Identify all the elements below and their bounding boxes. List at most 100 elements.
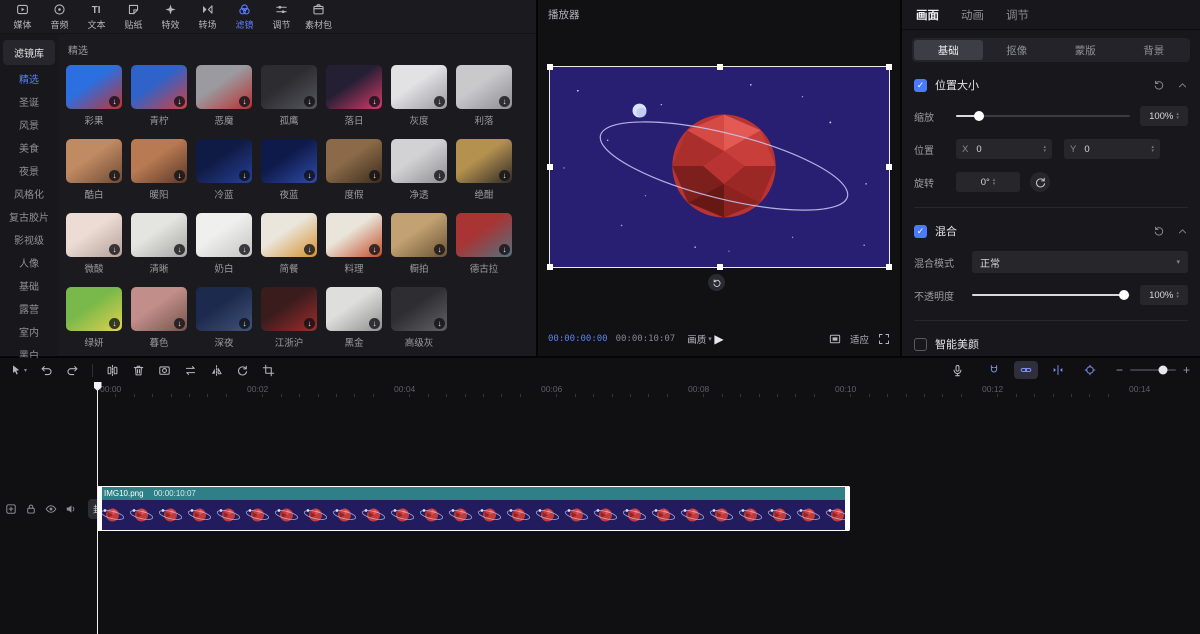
filter-category-item[interactable]: 风景 <box>0 115 58 138</box>
filter-item[interactable]: ↓夜蓝 <box>261 139 317 201</box>
filter-item[interactable]: ↓利落 <box>456 65 512 127</box>
hide-track-icon[interactable] <box>45 503 57 515</box>
filter-item[interactable]: ↓橱拍 <box>391 213 447 275</box>
filter-item[interactable]: ↓净透 <box>391 139 447 201</box>
toolbar-item-text[interactable]: TI文本 <box>78 3 115 31</box>
filter-item[interactable]: ↓落日 <box>326 65 382 127</box>
collapse-icon[interactable] <box>1177 80 1188 91</box>
filter-item[interactable]: ↓灰度 <box>391 65 447 127</box>
toolbar-item-transition[interactable]: 转场 <box>189 3 226 31</box>
filter-item[interactable]: ↓德古拉 <box>456 213 512 275</box>
rotate-90-button[interactable] <box>1030 172 1050 192</box>
toolbar-item-effects[interactable]: 特效 <box>152 3 189 31</box>
rotate-selection-handle[interactable] <box>708 274 725 291</box>
split-button[interactable] <box>106 364 119 377</box>
filter-library-root[interactable]: 滤镜库 <box>3 40 55 65</box>
filter-category-item[interactable]: 复古胶片 <box>0 207 58 230</box>
inspector-tab-调节[interactable]: 调节 <box>1006 7 1029 23</box>
opacity-value-input[interactable]: 100%▴▾ <box>1140 285 1188 305</box>
filter-item[interactable]: ↓度假 <box>326 139 382 201</box>
reset-icon[interactable] <box>1153 79 1165 91</box>
selection-handle[interactable] <box>886 264 892 270</box>
video-preview[interactable] <box>549 66 890 268</box>
toolbar-item-sticker[interactable]: 贴纸 <box>115 3 152 31</box>
blend-checkbox[interactable]: ✓ <box>914 225 927 238</box>
rotate-value-input[interactable]: 0°▴▾ <box>956 172 1020 192</box>
filter-item[interactable]: ↓冷蓝 <box>196 139 252 201</box>
zoom-slider[interactable] <box>1130 369 1176 371</box>
filter-item[interactable]: ↓简餐 <box>261 213 317 275</box>
filter-category-item[interactable]: 影视级 <box>0 230 58 253</box>
filter-item[interactable]: ↓清晰 <box>131 213 187 275</box>
mirror-button[interactable] <box>210 364 223 377</box>
filter-item[interactable]: ↓暮色 <box>131 287 187 349</box>
selection-handle[interactable] <box>547 264 553 270</box>
filter-category-item[interactable]: 基础 <box>0 276 58 299</box>
mute-track-icon[interactable] <box>65 503 77 515</box>
selection-handle[interactable] <box>547 164 553 170</box>
inspector-subtab-基础[interactable]: 基础 <box>914 40 983 60</box>
filter-category-item[interactable]: 露营 <box>0 299 58 322</box>
toolbar-item-audio[interactable]: 音频 <box>41 3 78 31</box>
filter-category-item[interactable]: 人像 <box>0 253 58 276</box>
selection-handle[interactable] <box>547 64 553 70</box>
filter-item[interactable]: ↓黑金 <box>326 287 382 349</box>
blend-mode-dropdown[interactable]: 正常 ▾ <box>972 251 1188 273</box>
filter-item[interactable]: ↓奶白 <box>196 213 252 275</box>
selection-handle[interactable] <box>717 264 723 270</box>
fit-button[interactable]: 适应 <box>850 332 869 346</box>
redo-button[interactable] <box>66 364 79 377</box>
scale-value-input[interactable]: 100%▴▾ <box>1140 106 1188 126</box>
inspector-subtab-抠像[interactable]: 抠像 <box>983 40 1052 60</box>
filter-category-item[interactable]: 夜景 <box>0 161 58 184</box>
crop-button[interactable] <box>262 364 275 377</box>
playhead[interactable] <box>97 382 98 634</box>
filter-item[interactable]: ↓绝酣 <box>456 139 512 201</box>
filter-item[interactable]: ↓深夜 <box>196 287 252 349</box>
filter-item[interactable]: ↓微酸 <box>66 213 122 275</box>
record-voiceover-button[interactable] <box>951 364 964 377</box>
position-x-input[interactable]: X 0 ▴▾ <box>956 139 1052 159</box>
filter-item[interactable]: ↓江浙沪 <box>261 287 317 349</box>
inspector-tab-动画[interactable]: 动画 <box>961 7 984 23</box>
inspector-subtab-蒙版[interactable]: 蒙版 <box>1051 40 1120 60</box>
inspector-subtab-背景[interactable]: 背景 <box>1120 40 1189 60</box>
filter-item[interactable]: ↓料理 <box>326 213 382 275</box>
zoom-out-button[interactable]: − <box>1116 363 1123 377</box>
rotate-button[interactable] <box>236 364 249 377</box>
filter-item[interactable]: ↓高级灰 <box>391 287 447 349</box>
play-button[interactable]: ▶ <box>714 332 723 346</box>
undo-button[interactable] <box>40 364 53 377</box>
beauty-checkbox[interactable] <box>914 338 927 351</box>
scale-mode-icon[interactable] <box>829 333 841 345</box>
selection-handle[interactable] <box>886 64 892 70</box>
filter-item[interactable]: ↓彩果 <box>66 65 122 127</box>
filter-item[interactable]: ↓孤鹰 <box>261 65 317 127</box>
reset-icon[interactable] <box>1153 225 1165 237</box>
quality-dropdown[interactable]: 画质 ▾ <box>687 332 712 346</box>
zoom-in-button[interactable]: + <box>1183 363 1190 377</box>
locate-playhead-button[interactable] <box>1078 361 1102 379</box>
clip-trim-handle-right[interactable] <box>845 486 850 531</box>
filter-item[interactable]: ↓暖阳 <box>131 139 187 201</box>
freeze-frame-button[interactable] <box>158 364 171 377</box>
select-tool-button[interactable]: ▾ <box>10 364 27 376</box>
toolbar-item-filter[interactable]: 滤镜 <box>226 3 263 31</box>
track-options-icon[interactable] <box>5 503 17 515</box>
inspector-tab-画面[interactable]: 画面 <box>916 7 939 23</box>
position-y-input[interactable]: Y 0 ▴▾ <box>1064 139 1160 159</box>
lock-track-icon[interactable] <box>25 503 37 515</box>
scale-slider[interactable] <box>956 115 1130 117</box>
filter-item[interactable]: ↓恶魔 <box>196 65 252 127</box>
selection-handle[interactable] <box>717 64 723 70</box>
filter-item[interactable]: ↓酷白 <box>66 139 122 201</box>
position-size-checkbox[interactable]: ✓ <box>914 79 927 92</box>
filter-item[interactable]: ↓青柠 <box>131 65 187 127</box>
selection-handle[interactable] <box>886 164 892 170</box>
filter-category-item[interactable]: 室内 <box>0 322 58 345</box>
timeline-clip[interactable]: IMG10.png 00:00:10:07 <box>97 486 850 531</box>
toolbar-item-media[interactable]: 媒体 <box>4 3 41 31</box>
fullscreen-icon[interactable] <box>878 333 890 345</box>
filter-category-item[interactable]: 精选 <box>0 69 58 92</box>
filter-category-item[interactable]: 美食 <box>0 138 58 161</box>
